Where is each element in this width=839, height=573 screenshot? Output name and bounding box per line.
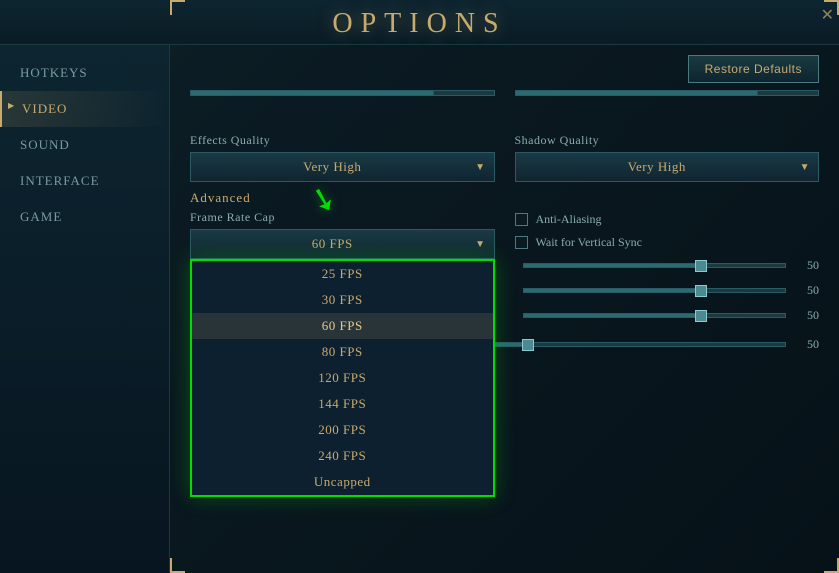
right-sliders: 50 50 50 [515, 258, 820, 323]
slider-row-2: 50 [515, 283, 820, 298]
anti-aliasing-checkbox[interactable] [515, 213, 528, 226]
shadow-quality-label: Shadow Quality [515, 133, 820, 148]
shadow-quality-arrow: ▼ [800, 162, 810, 173]
top-slider-right[interactable] [515, 90, 820, 96]
checkbox-group: Anti-Aliasing Wait for Vertical Sync [515, 212, 820, 250]
slider-thumb-1[interactable] [695, 260, 707, 272]
framerate-row: Frame Rate Cap ➘ 60 FPS ▼ 25 FPS 30 FPS … [190, 210, 819, 333]
vsync-label: Wait for Vertical Sync [536, 235, 642, 250]
fps-option-uncapped[interactable]: Uncapped [192, 469, 493, 495]
slider-value-3: 50 [794, 308, 819, 323]
fps-option-25[interactable]: 25 FPS [192, 261, 493, 287]
effects-quality-arrow: ▼ [475, 162, 485, 173]
options-screen: OPTIONS ✕ HOTKEYS VIDEO SOUND INTERFACE … [0, 0, 839, 573]
header: OPTIONS [0, 0, 839, 45]
effects-quality-label: Effects Quality [190, 133, 495, 148]
color-slider-value: 50 [794, 337, 819, 352]
shadow-quality-dropdown[interactable]: Very High ▼ [515, 152, 820, 182]
framerate-right: Anti-Aliasing Wait for Vertical Sync [515, 210, 820, 333]
frame-rate-label: Frame Rate Cap [190, 210, 495, 225]
sidebar-item-sound[interactable]: SOUND [0, 127, 169, 163]
corner-decoration-br [824, 558, 839, 573]
slider-value-1: 50 [794, 258, 819, 273]
advanced-section-label: Advanced [190, 190, 819, 206]
sidebar: HOTKEYS VIDEO SOUND INTERFACE GAME [0, 45, 170, 573]
fps-option-240[interactable]: 240 FPS [192, 443, 493, 469]
sidebar-item-video[interactable]: VIDEO [0, 91, 169, 127]
frame-rate-dropdown-list: 25 FPS 30 FPS 60 FPS 80 FPS 120 FPS 144 … [190, 259, 495, 497]
slider-row-1: 50 [515, 258, 820, 273]
color-slider-thumb[interactable] [522, 339, 534, 351]
fps-option-30[interactable]: 30 FPS [192, 287, 493, 313]
sidebar-item-hotkeys[interactable]: HOTKEYS [0, 55, 169, 91]
main-layout: HOTKEYS VIDEO SOUND INTERFACE GAME Resto… [0, 45, 839, 573]
sidebar-item-interface[interactable]: INTERFACE [0, 163, 169, 199]
anti-aliasing-checkbox-row[interactable]: Anti-Aliasing [515, 212, 820, 227]
slider-row-3: 50 [515, 308, 820, 323]
fps-option-144[interactable]: 144 FPS [192, 391, 493, 417]
slider-track-2[interactable] [523, 288, 787, 293]
top-sliders [190, 90, 819, 98]
shadow-quality-group: Shadow Quality Very High ▼ [515, 133, 820, 182]
slider-thumb-3[interactable] [695, 310, 707, 322]
restore-defaults-button[interactable]: Restore Defaults [688, 55, 819, 83]
frame-rate-dropdown-header[interactable]: 60 FPS ▼ [190, 229, 495, 259]
vsync-checkbox-row[interactable]: Wait for Vertical Sync [515, 235, 820, 250]
slider-track-1[interactable] [523, 263, 787, 268]
effects-quality-group: Effects Quality Very High ▼ [190, 133, 495, 182]
effects-quality-dropdown[interactable]: Very High ▼ [190, 152, 495, 182]
quality-row: Effects Quality Very High ▼ Shadow Quali… [190, 133, 819, 182]
fps-option-60[interactable]: 60 FPS [192, 313, 493, 339]
vsync-checkbox[interactable] [515, 236, 528, 249]
corner-decoration-tl [170, 0, 185, 15]
slider-track-3[interactable] [523, 313, 787, 318]
anti-aliasing-label: Anti-Aliasing [536, 212, 602, 227]
page-title: OPTIONS [0, 8, 839, 40]
frame-rate-dropdown-container: 60 FPS ▼ 25 FPS 30 FPS 60 FPS 80 FPS 120… [190, 229, 495, 259]
slider-thumb-2[interactable] [695, 285, 707, 297]
corner-decoration-bl [170, 558, 185, 573]
fps-option-120[interactable]: 120 FPS [192, 365, 493, 391]
fps-option-200[interactable]: 200 FPS [192, 417, 493, 443]
slider-value-2: 50 [794, 283, 819, 298]
fps-option-80[interactable]: 80 FPS [192, 339, 493, 365]
top-slider-left[interactable] [190, 90, 495, 96]
content-area: Restore Defaults Effects Quality Very Hi… [170, 45, 839, 573]
framerate-left: Frame Rate Cap ➘ 60 FPS ▼ 25 FPS 30 FPS … [190, 210, 495, 259]
sidebar-item-game[interactable]: GAME [0, 199, 169, 235]
frame-rate-dropdown-arrow: ▼ [475, 239, 485, 250]
close-button[interactable]: ✕ [821, 5, 834, 25]
